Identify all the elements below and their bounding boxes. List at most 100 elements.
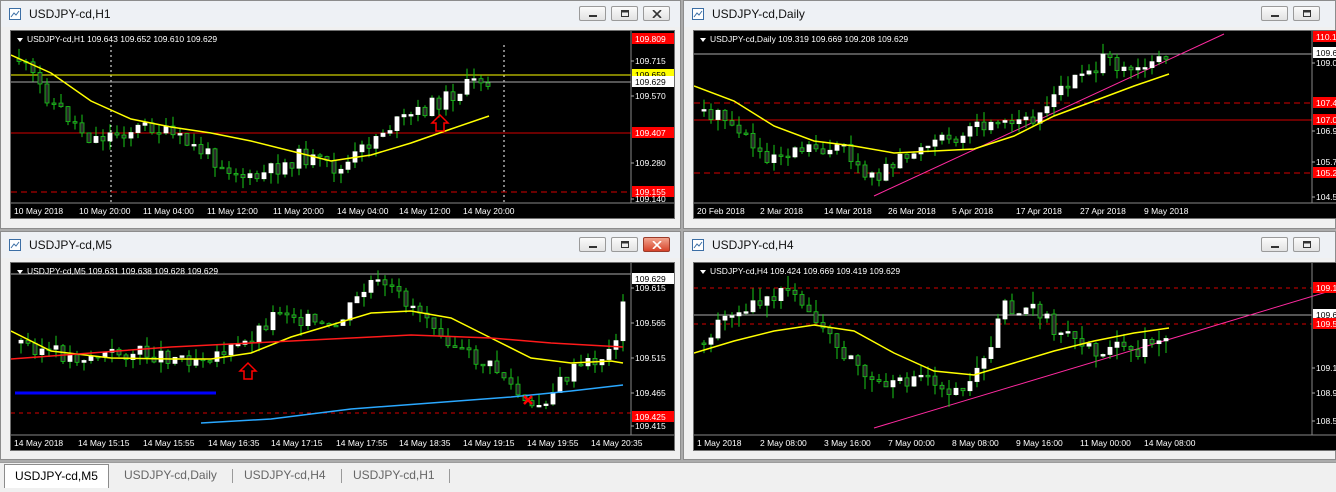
candle-body xyxy=(981,358,987,369)
candle-body xyxy=(799,147,805,152)
time-label: 10 May 20:00 xyxy=(79,206,131,216)
time-label: 27 Apr 2018 xyxy=(1080,206,1126,216)
candle-body xyxy=(347,302,353,321)
candle-body xyxy=(373,136,379,149)
maximize-button[interactable] xyxy=(1293,6,1320,21)
candle-body xyxy=(708,337,714,345)
price-chart[interactable]: 110.1 109.6 109.0 107.4 107.0 106.9 105.7 105.2… xyxy=(693,30,1336,219)
price-chart[interactable]: 109.1 109.6 109.5 109.1 108.9 108.5 1 May 2018… xyxy=(693,262,1336,451)
candle-body xyxy=(291,314,297,318)
candle-body xyxy=(911,376,917,387)
window-titlebar[interactable]: USDJPY-cd,H4 xyxy=(684,232,1335,258)
candle-body xyxy=(736,124,742,134)
minimize-button[interactable] xyxy=(579,237,606,252)
candle-body xyxy=(841,347,847,360)
time-label: 14 May 17:15 xyxy=(271,438,323,448)
candle-body xyxy=(1093,343,1099,357)
candle-body xyxy=(606,348,612,360)
chart-tab-bar: USDJPY-cd,M5 USDJPY-cd,Daily USDJPY-cd,H… xyxy=(0,462,1336,492)
candle-body xyxy=(939,134,945,141)
close-button[interactable] xyxy=(643,237,670,252)
candle-body xyxy=(708,109,714,120)
price-label: 109.1 xyxy=(1316,363,1336,373)
minimize-button[interactable] xyxy=(1261,6,1288,21)
candle-body xyxy=(212,148,218,168)
candle-body xyxy=(494,360,500,374)
candle-body xyxy=(501,372,507,379)
tab-usdjpy-daily[interactable]: USDJPY-cd,Daily xyxy=(114,466,227,486)
chart-window-h1[interactable]: USDJPY-cd,H1 109.809 109.715 109.659 109.62… xyxy=(0,0,681,229)
tab-usdjpy-h1[interactable]: USDJPY-cd,H1 xyxy=(343,466,445,486)
time-label: 17 Apr 2018 xyxy=(1016,206,1062,216)
candle-body xyxy=(121,134,127,139)
time-label: 26 Mar 2018 xyxy=(888,206,936,216)
candle-body xyxy=(240,174,246,179)
minimize-button[interactable] xyxy=(579,6,606,21)
candle-body xyxy=(557,376,563,393)
candle-body xyxy=(408,114,414,117)
time-label: 14 Mar 2018 xyxy=(824,206,872,216)
price-chart[interactable]: 109.629 109.615 109.565 109.515 109.465 109.4… xyxy=(10,262,675,451)
candle-body xyxy=(221,351,227,356)
candle-body xyxy=(193,358,199,366)
candle-body xyxy=(359,144,365,153)
price-label: 109.280 xyxy=(635,158,666,168)
candle-body xyxy=(1163,338,1169,342)
candle-body xyxy=(1058,332,1064,335)
candle-body xyxy=(813,144,819,150)
candle-body xyxy=(485,82,491,87)
chart-window-icon xyxy=(9,8,21,20)
price-chart[interactable]: 109.809 109.715 109.659 109.629 109.570 109.4… xyxy=(10,30,675,219)
candle-body xyxy=(904,377,910,387)
maximize-button[interactable] xyxy=(611,237,638,252)
candle-body xyxy=(317,154,323,157)
candle-body xyxy=(1002,300,1008,320)
window-titlebar[interactable]: USDJPY-cd,H1 xyxy=(1,1,680,27)
window-titlebar[interactable]: USDJPY-cd,Daily xyxy=(684,1,1335,27)
chart-header: USDJPY-cd,Daily 109.319 109.669 109.208 … xyxy=(700,34,908,44)
minimize-button[interactable] xyxy=(1261,237,1288,252)
candle-body xyxy=(1149,338,1155,345)
candle-body xyxy=(764,296,770,306)
window-titlebar[interactable]: USDJPY-cd,M5 xyxy=(1,232,680,258)
price-label: 107.0 xyxy=(1316,115,1336,125)
chart-window-m5[interactable]: USDJPY-cd,M5 109.629 109.615 109.565 109.51… xyxy=(0,231,681,460)
candle-body xyxy=(1016,313,1022,316)
time-label: 9 May 16:00 xyxy=(1016,438,1063,448)
candle-body xyxy=(102,351,108,358)
candle-body xyxy=(508,377,514,385)
maximize-button[interactable] xyxy=(611,6,638,21)
candle-body xyxy=(536,404,542,408)
candle-body xyxy=(144,345,150,358)
candle-body xyxy=(1044,106,1050,114)
price-label: 109.140 xyxy=(635,194,666,204)
candle-body xyxy=(163,125,169,134)
tab-usdjpy-h4[interactable]: USDJPY-cd,H4 xyxy=(234,466,336,486)
candle-body xyxy=(855,161,861,166)
candle-body xyxy=(254,173,260,180)
candle-body xyxy=(261,172,267,180)
candle-body xyxy=(890,163,896,169)
candle-body xyxy=(445,335,451,347)
candle-body xyxy=(256,325,262,344)
candle-body xyxy=(953,138,959,143)
close-button[interactable] xyxy=(643,6,670,21)
chart-window-daily[interactable]: USDJPY-cd,Daily 110.1 109.6 109.0 107.4 107.… xyxy=(683,0,1336,229)
time-label: 14 May 16:35 xyxy=(208,438,260,448)
candle-body xyxy=(233,173,239,176)
candle-body xyxy=(100,136,106,142)
time-label: 14 May 17:55 xyxy=(336,438,388,448)
candle-body xyxy=(1072,331,1078,340)
price-label: 109.415 xyxy=(635,421,666,431)
candle-body xyxy=(778,154,784,157)
candle-body xyxy=(18,339,24,344)
candle-body xyxy=(736,312,742,317)
candle-body xyxy=(81,360,87,363)
tab-usdjpy-m5[interactable]: USDJPY-cd,M5 xyxy=(4,464,109,488)
chart-window-icon xyxy=(692,239,704,251)
time-label: 14 May 19:55 xyxy=(527,438,579,448)
price-label: 108.9 xyxy=(1316,388,1336,398)
time-label: 14 May 08:00 xyxy=(1144,438,1196,448)
chart-window-h4[interactable]: USDJPY-cd,H4 109.1 109.6 109.5 109.1 108.9 10… xyxy=(683,231,1336,460)
maximize-button[interactable] xyxy=(1293,237,1320,252)
